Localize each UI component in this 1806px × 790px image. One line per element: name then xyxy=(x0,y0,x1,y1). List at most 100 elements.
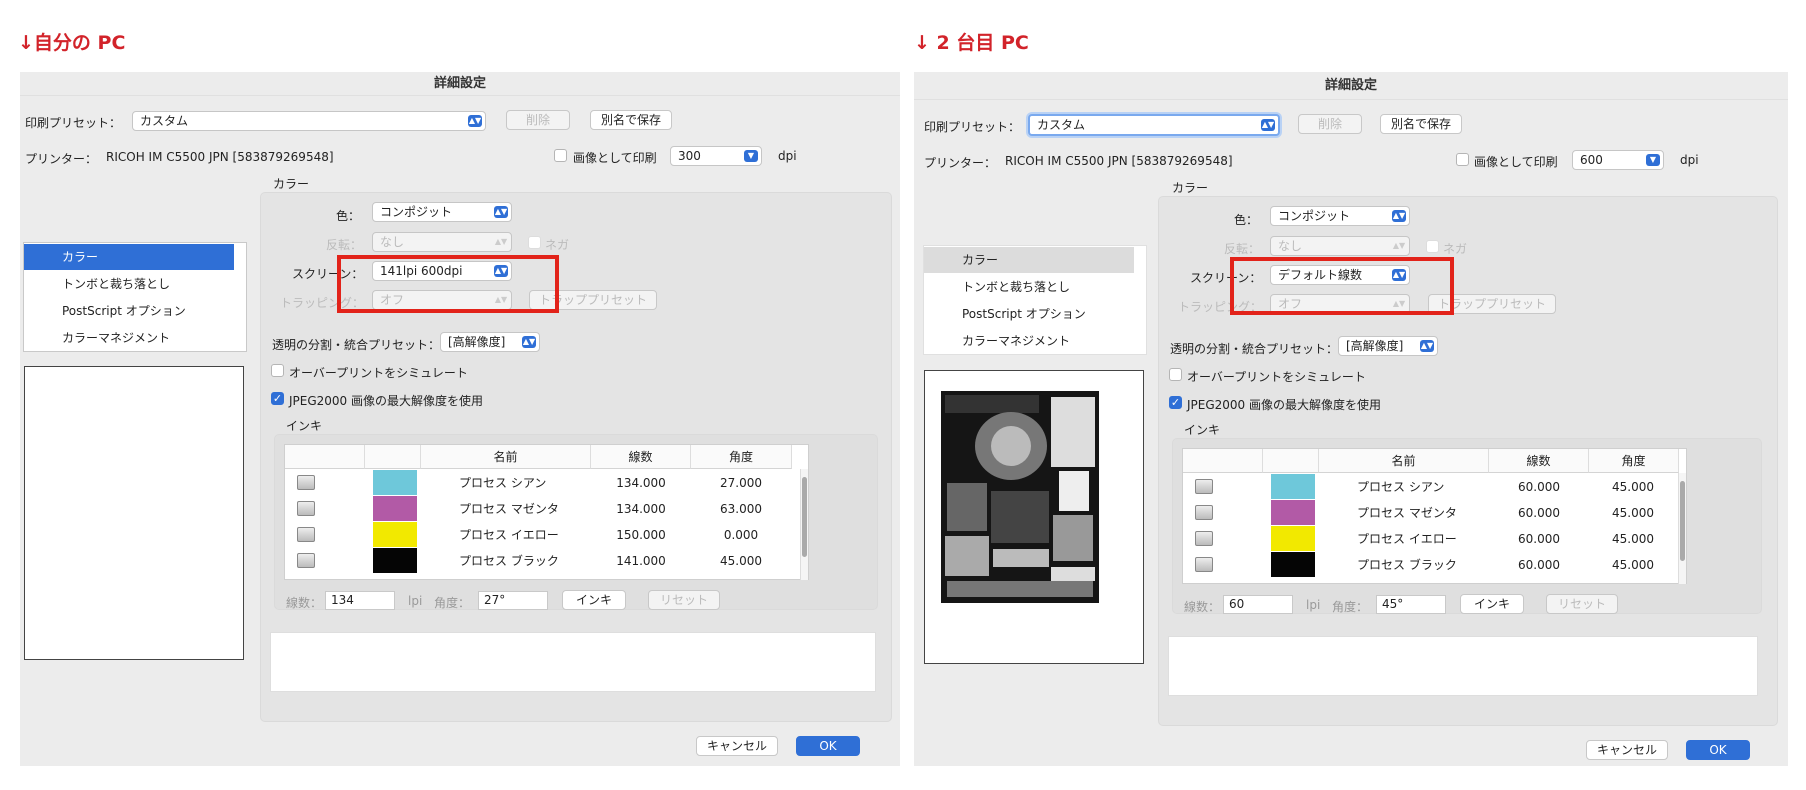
swatch-magenta xyxy=(373,496,417,521)
lpi-unit: lpi xyxy=(1306,598,1321,612)
ink-row[interactable]: プロセス イエロー 150.000 0.000 xyxy=(285,522,808,548)
sidebar-item-postscript[interactable]: PostScript オプション xyxy=(24,298,234,324)
sidebar-item-label: トンボと裁ち落とし xyxy=(962,280,1071,294)
dpi-select[interactable]: 300 ▼ xyxy=(670,146,762,166)
print-as-image-checkbox[interactable] xyxy=(554,149,567,162)
negative-checkbox[interactable] xyxy=(528,236,541,249)
save-as-button[interactable]: 別名で保存 xyxy=(1380,114,1462,134)
color-select[interactable]: コンポジット ▲▼ xyxy=(1270,206,1410,226)
caption-left: ↓自分の PC xyxy=(18,32,126,54)
negative-checkbox[interactable] xyxy=(1426,240,1439,253)
lines-input[interactable]: 134 xyxy=(325,591,395,610)
ink-row[interactable]: プロセス ブラック 141.000 45.000 xyxy=(285,548,808,574)
ink-table-scrollbar[interactable] xyxy=(1678,473,1686,584)
sidebar-item-label: PostScript オプション xyxy=(62,304,186,318)
preset-select[interactable]: カスタム ▲▼ xyxy=(132,111,486,131)
jpeg2000-checkbox[interactable]: ✓ xyxy=(271,392,284,405)
sidebar-item-color-management[interactable]: カラーマネジメント xyxy=(24,325,234,351)
lines-label: 線数： xyxy=(1184,600,1221,614)
ink-row[interactable]: プロセス ブラック 60.000 45.000 xyxy=(1183,552,1686,578)
reset-button[interactable]: リセット xyxy=(648,590,720,610)
printer-icon xyxy=(297,475,315,490)
color-select[interactable]: コンポジット ▲▼ xyxy=(372,202,512,222)
cancel-button[interactable]: キャンセル xyxy=(696,736,778,756)
ok-button[interactable]: OK xyxy=(1686,740,1750,760)
delete-button[interactable]: 削除 xyxy=(506,110,570,130)
flip-select[interactable]: なし ▲▼ xyxy=(1270,236,1410,256)
reset-button[interactable]: リセット xyxy=(1546,594,1618,614)
save-as-button[interactable]: 別名で保存 xyxy=(590,110,672,130)
col-header-lines[interactable]: 線数 xyxy=(591,445,691,469)
ink-button[interactable]: インキ xyxy=(1460,594,1524,614)
col-header-name[interactable]: 名前 xyxy=(421,445,591,469)
angle-input[interactable]: 45° xyxy=(1376,595,1446,614)
cancel-button[interactable]: キャンセル xyxy=(1586,740,1668,760)
ink-angle: 45.000 xyxy=(1612,532,1654,546)
sidebar-item-marks-bleed[interactable]: トンボと裁ち落とし xyxy=(24,271,234,297)
ink-row[interactable]: プロセス イエロー 60.000 45.000 xyxy=(1183,526,1686,552)
page-preview xyxy=(24,366,244,660)
dpi-select[interactable]: 600 ▼ xyxy=(1572,150,1664,170)
chevron-updown-icon: ▲▼ xyxy=(1261,119,1275,131)
printer-icon xyxy=(297,553,315,568)
printer-icon xyxy=(1195,557,1213,572)
ink-row[interactable]: プロセス マゼンタ 60.000 45.000 xyxy=(1183,500,1686,526)
description-box xyxy=(270,632,876,692)
sidebar-item-color[interactable]: カラー xyxy=(24,244,234,270)
printer-icon xyxy=(297,527,315,542)
swatch-black xyxy=(373,548,417,573)
printer-value: RICOH IM C5500 JPN [583879269548] xyxy=(1005,154,1233,168)
ink-group-label: インキ xyxy=(1184,423,1221,437)
preset-label: 印刷プリセット： xyxy=(924,120,1021,134)
sidebar-item-color-management[interactable]: カラーマネジメント xyxy=(924,328,1134,354)
col-header-lines[interactable]: 線数 xyxy=(1489,449,1589,473)
col-header-angle[interactable]: 角度 xyxy=(691,445,792,469)
flip-select[interactable]: なし ▲▼ xyxy=(372,232,512,252)
overprint-label: オーバープリントをシミュレート xyxy=(1187,370,1366,384)
preset-select[interactable]: カスタム ▲▼ xyxy=(1028,114,1280,136)
delete-button[interactable]: 削除 xyxy=(1298,114,1362,134)
print-as-image-checkbox[interactable] xyxy=(1456,153,1469,166)
ink-name: プロセス マゼンタ xyxy=(459,502,559,516)
ink-row[interactable]: プロセス シアン 60.000 45.000 xyxy=(1183,474,1686,500)
sidebar-item-label: カラー xyxy=(62,250,99,264)
jpeg2000-checkbox[interactable]: ✓ xyxy=(1169,396,1182,409)
ink-row[interactable]: プロセス シアン 134.000 27.000 xyxy=(285,470,808,496)
dpi-value: 600 xyxy=(1580,153,1603,167)
ink-angle: 45.000 xyxy=(1612,506,1654,520)
print-as-image-label: 画像として印刷 xyxy=(573,151,657,165)
sidebar-list: カラー トンボと裁ち落とし PostScript オプション カラーマネジメント xyxy=(23,242,247,352)
highlight-box xyxy=(1230,257,1454,315)
sidebar-item-postscript[interactable]: PostScript オプション xyxy=(924,301,1134,327)
transparency-value: [高解像度] xyxy=(1346,339,1404,353)
ink-lines: 134.000 xyxy=(616,502,666,516)
transparency-select[interactable]: [高解像度] ▲▼ xyxy=(440,332,540,352)
col-header-swatch xyxy=(365,445,421,469)
overprint-checkbox[interactable] xyxy=(1169,368,1182,381)
ok-button[interactable]: OK xyxy=(796,736,860,756)
scroll-thumb[interactable] xyxy=(802,477,807,557)
sidebar-item-color[interactable]: カラー xyxy=(924,247,1134,273)
swatch-black xyxy=(1271,552,1315,577)
overprint-checkbox[interactable] xyxy=(271,364,284,377)
ink-row[interactable]: プロセス マゼンタ 134.000 63.000 xyxy=(285,496,808,522)
col-header-angle[interactable]: 角度 xyxy=(1589,449,1679,473)
dpi-unit: dpi xyxy=(1680,153,1699,167)
ink-name: プロセス イエロー xyxy=(1357,532,1457,546)
col-header-name[interactable]: 名前 xyxy=(1319,449,1489,473)
print-as-image-label: 画像として印刷 xyxy=(1474,155,1558,169)
lines-input[interactable]: 60 xyxy=(1223,595,1293,614)
sidebar-item-label: トンボと裁ち落とし xyxy=(62,277,171,291)
ink-angle: 63.000 xyxy=(720,502,762,516)
jpeg2000-label: JPEG2000 画像の最大解像度を使用 xyxy=(1187,398,1382,412)
ink-button[interactable]: インキ xyxy=(562,590,626,610)
sidebar-item-marks-bleed[interactable]: トンボと裁ち落とし xyxy=(924,274,1134,300)
angle-input[interactable]: 27° xyxy=(478,591,548,610)
flip-value: なし xyxy=(380,235,405,249)
scroll-thumb[interactable] xyxy=(1680,481,1685,561)
ink-name: プロセス シアン xyxy=(1357,480,1445,494)
chevron-updown-icon: ▲▼ xyxy=(1392,210,1406,222)
chevron-updown-icon: ▲▼ xyxy=(494,206,508,218)
ink-table-scrollbar[interactable] xyxy=(800,469,808,580)
transparency-select[interactable]: [高解像度] ▲▼ xyxy=(1338,336,1438,356)
